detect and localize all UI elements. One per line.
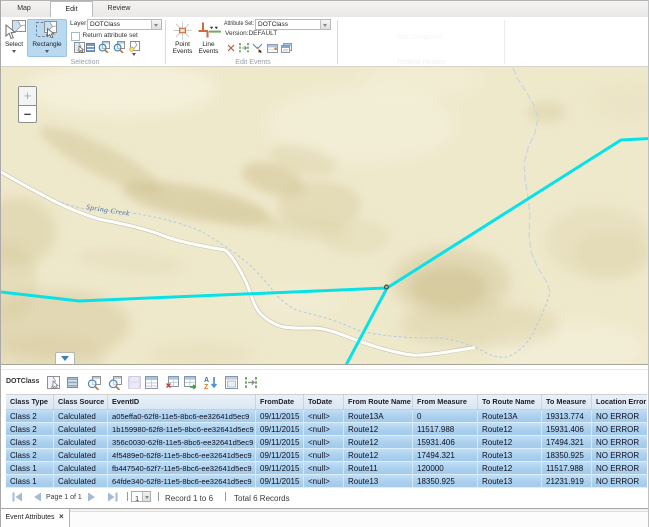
svg-text:Z: Z	[204, 384, 209, 389]
svg-text:A: A	[204, 377, 209, 384]
